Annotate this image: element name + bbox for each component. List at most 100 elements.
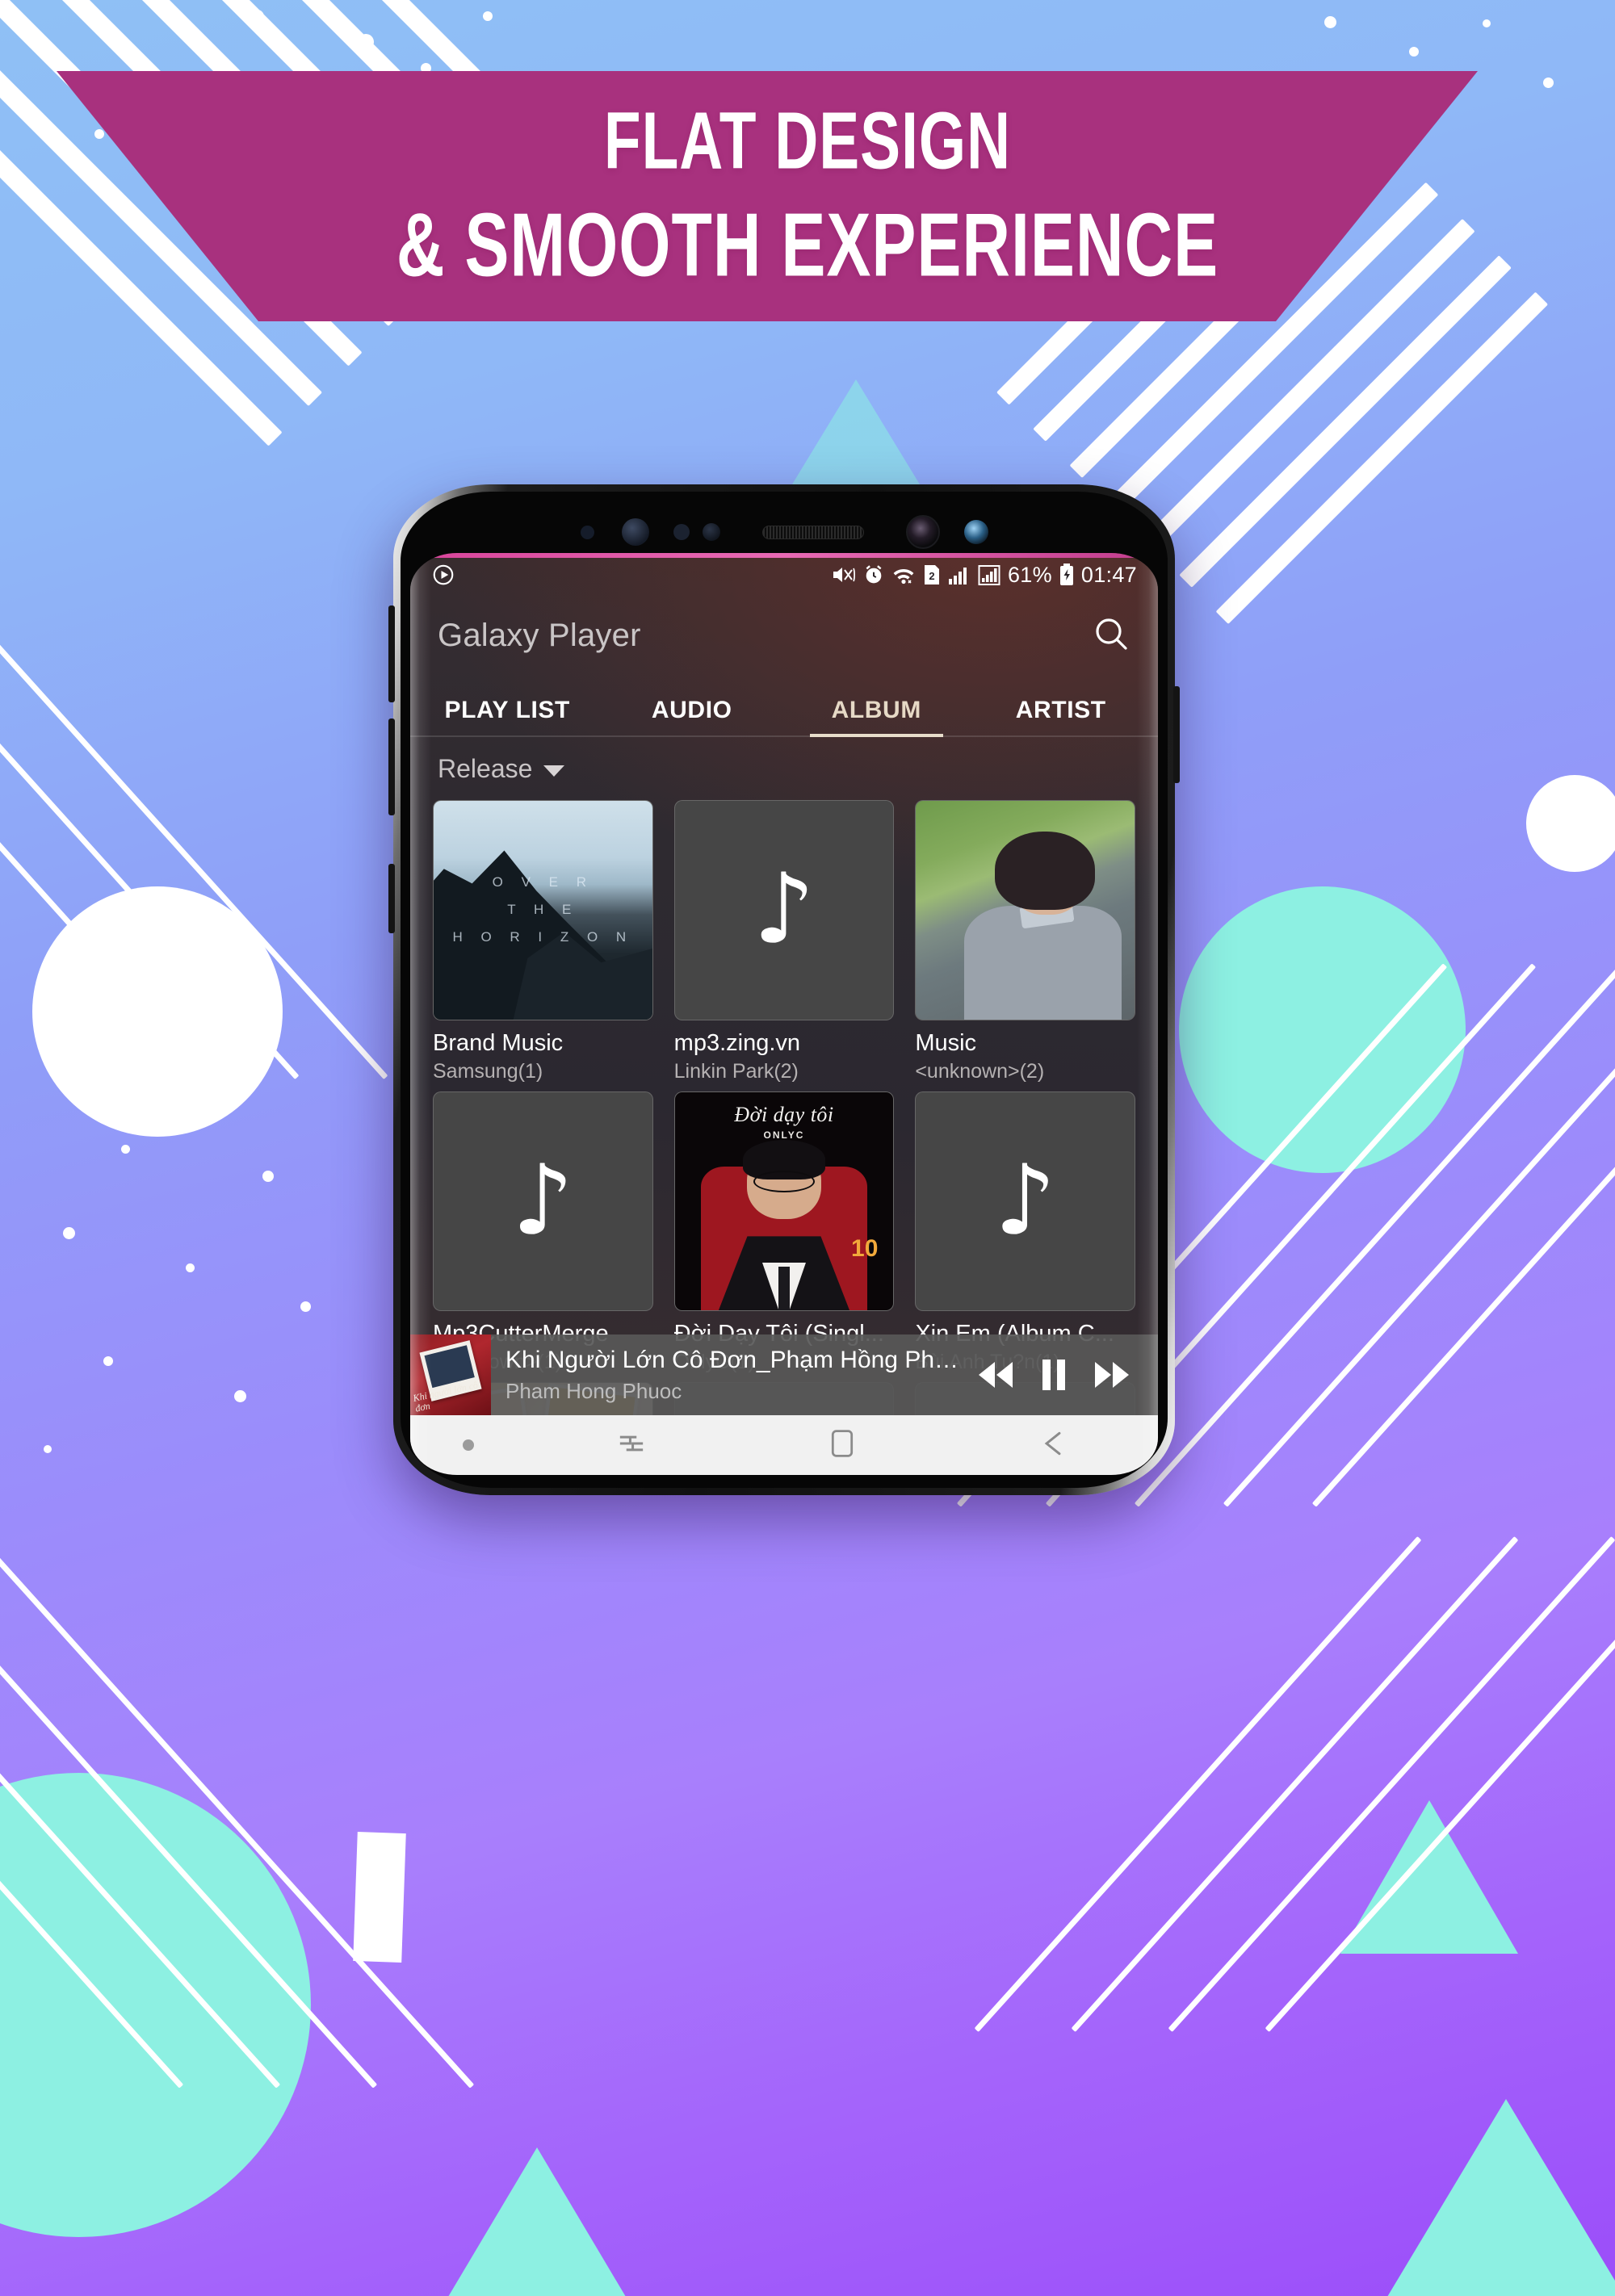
tab-play-list[interactable]: PLAY LIST [415, 697, 600, 737]
phone-device: 2 61% 01:47 Galaxy Player PLAY LIST AUDI… [388, 484, 1180, 1495]
bg-dot [483, 11, 493, 21]
artwork-portrait-photo [916, 801, 1135, 1020]
bg-circle-white [1526, 775, 1615, 872]
album-grid: O V E R T H E H O R I Z O N Brand Music … [433, 800, 1135, 1415]
bg-dot [121, 1145, 130, 1154]
sort-control[interactable]: Release [410, 737, 1158, 800]
artwork-doi-day-toi: Đời dạy tôi ONLYC 10 [674, 1091, 894, 1311]
front-camera-icon [905, 515, 940, 549]
phone-display: 2 61% 01:47 Galaxy Player PLAY LIST AUDI… [410, 553, 1158, 1475]
bg-dot [44, 1445, 52, 1453]
bg-stripes [0, 565, 388, 1130]
light-sensor-icon [673, 524, 690, 540]
android-status-bar: 2 61% 01:47 [410, 553, 1158, 597]
bixby-button[interactable] [388, 864, 395, 933]
mini-player-bar[interactable]: Khi người lớn cô đơn Khi Người Lớn Cô Đơ… [410, 1334, 1158, 1415]
app-bar: Galaxy Player [410, 597, 1158, 674]
led-indicator-icon [702, 523, 720, 541]
bg-dot [63, 1227, 75, 1239]
album-card[interactable]: Đời dạy tôi ONLYC 10 Đời Dạy Tôi (Singl.… [673, 1091, 895, 1375]
album-card[interactable]: ♪ Mp3CutterMerge <unknown>(1) [433, 1091, 653, 1375]
volume-down-button[interactable] [388, 719, 395, 815]
tab-album[interactable]: ALBUM [784, 697, 969, 737]
album-title: mp3.zing.vn [673, 1029, 801, 1056]
album-artist: Linkin Park(2) [673, 1059, 799, 1083]
bg-dot [1483, 19, 1491, 27]
now-playing-title: Khi Người Lớn Cô Đơn_Phạm Hồng Phư... [505, 1346, 964, 1373]
recents-icon[interactable] [616, 1428, 647, 1463]
bg-dot [103, 1356, 113, 1366]
galaxy-player-app: 2 61% 01:47 Galaxy Player PLAY LIST AUDI… [410, 553, 1158, 1475]
volume-up-button[interactable] [388, 605, 395, 702]
chevron-down-icon [543, 765, 565, 777]
iris-scanner-icon [621, 518, 649, 546]
power-button[interactable] [1173, 686, 1180, 783]
album-artwork [915, 800, 1135, 1020]
artwork-title-text: Đời dạy tôi [734, 1103, 834, 1127]
album-title: Music [915, 1029, 977, 1056]
album-artwork: O V E R T H E H O R I Z O N [433, 800, 653, 1020]
tab-bar: PLAY LIST AUDIO ALBUM ARTIST [410, 674, 1158, 737]
play-circle-icon [431, 563, 455, 587]
nav-dot-slot[interactable] [410, 1439, 526, 1451]
album-artwork: ♪ [915, 1091, 1135, 1312]
clock-label: 01:47 [1080, 562, 1137, 587]
fast-forward-icon[interactable] [1093, 1359, 1130, 1391]
android-navigation-bar [410, 1415, 1158, 1475]
signal-bars-icon [948, 564, 971, 585]
nav-home-slot[interactable] [736, 1428, 947, 1463]
earpiece-speaker [761, 525, 864, 539]
headline-line-1: FLAT DESIGN [603, 94, 1012, 186]
music-note-icon: ♪ [512, 1145, 574, 1257]
artwork-subtitle-text: ONLYC [763, 1129, 805, 1141]
proximity-sensor-icon [580, 525, 594, 539]
album-grid-scroll[interactable]: O V E R T H E H O R I Z O N Brand Music … [410, 800, 1158, 1415]
bg-triangle-mint [448, 2147, 626, 2296]
sort-label: Release [438, 753, 533, 783]
album-card[interactable]: O V E R T H E H O R I Z O N Brand Music … [433, 800, 653, 1083]
album-artwork: Đời dạy tôi ONLYC 10 [673, 1091, 895, 1312]
album-artist: Samsung(1) [433, 1059, 543, 1083]
bg-dot [262, 1171, 274, 1182]
promo-headline: FLAT DESIGN & SMOOTH EXPERIENCE [0, 94, 1615, 295]
nav-back-slot[interactable] [947, 1428, 1158, 1463]
mute-vibrate-icon [832, 564, 856, 585]
album-card[interactable]: Music <unknown>(2) [915, 800, 1135, 1083]
music-note-icon: ♪ [753, 853, 816, 966]
bg-stripes [974, 1534, 1615, 2099]
bg-triangle-mint [1385, 2099, 1615, 2296]
battery-charging-icon [1059, 564, 1074, 586]
bg-stripes [0, 1534, 475, 2180]
bg-dot [186, 1263, 195, 1272]
face-sensor-icon [963, 520, 988, 544]
sim-label: 2 [929, 570, 934, 582]
artwork-word: T H E [507, 902, 579, 918]
battery-percent-label: 61% [1007, 562, 1052, 587]
album-title: Brand Music [433, 1029, 564, 1056]
artwork-number-text: 10 [851, 1234, 879, 1262]
bg-dot [300, 1301, 311, 1312]
album-card[interactable]: ♪ mp3.zing.vn Linkin Park(2) [673, 800, 895, 1083]
album-card[interactable]: ♪ Xin Em (Album C... Bùi Anh Tu?n(1) [915, 1091, 1135, 1375]
album-artwork: ♪ [673, 800, 895, 1020]
now-playing-text: Khi Người Lớn Cô Đơn_Phạm Hồng Phư... Ph… [491, 1347, 977, 1404]
home-icon[interactable] [828, 1428, 857, 1463]
search-icon[interactable] [1092, 614, 1130, 657]
rewind-icon[interactable] [977, 1359, 1014, 1391]
sim-card-icon: 2 [923, 564, 941, 585]
tab-audio[interactable]: AUDIO [600, 697, 785, 737]
wifi-icon [891, 564, 916, 585]
pause-icon[interactable] [1040, 1358, 1068, 1392]
page-title: Galaxy Player [438, 617, 641, 653]
phone-sensor-row [401, 511, 1168, 553]
artwork-word: H O R I Z O N [452, 929, 634, 945]
bg-dot [234, 1390, 246, 1402]
bg-rect-white [353, 1832, 406, 1963]
tab-artist[interactable]: ARTIST [969, 697, 1154, 737]
back-icon[interactable] [1038, 1428, 1068, 1463]
now-playing-artwork: Khi người lớn cô đơn [410, 1334, 491, 1415]
nav-recents-slot[interactable] [526, 1428, 736, 1463]
headline-line-2: & SMOOTH EXPERIENCE [396, 195, 1219, 296]
album-artwork: ♪ [433, 1091, 653, 1312]
dot-indicator-icon[interactable] [462, 1439, 474, 1451]
